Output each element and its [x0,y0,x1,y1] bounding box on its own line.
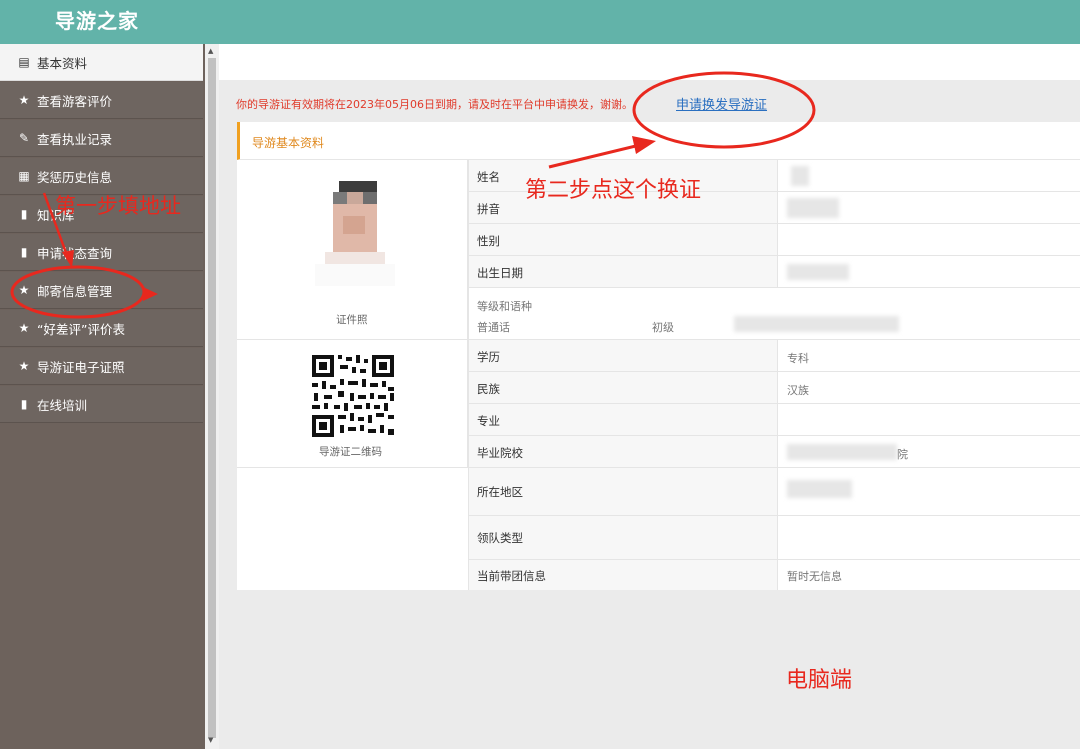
annotation-step1: 第一步填地址 [55,194,181,218]
annotation-circle-renew [632,71,816,149]
annotation-arrow-step2 [548,143,641,169]
annotation-circle-mailing [10,265,146,319]
annotation-arrowhead-step2 [632,136,656,154]
annotation-arrowhead-step1 [62,250,74,268]
annotation-pc: 电脑端 [786,668,853,693]
annotation-step2: 第二步点这个换证 [525,178,702,203]
annotation-overlay [10,71,816,319]
annotation-pointer [143,287,158,301]
